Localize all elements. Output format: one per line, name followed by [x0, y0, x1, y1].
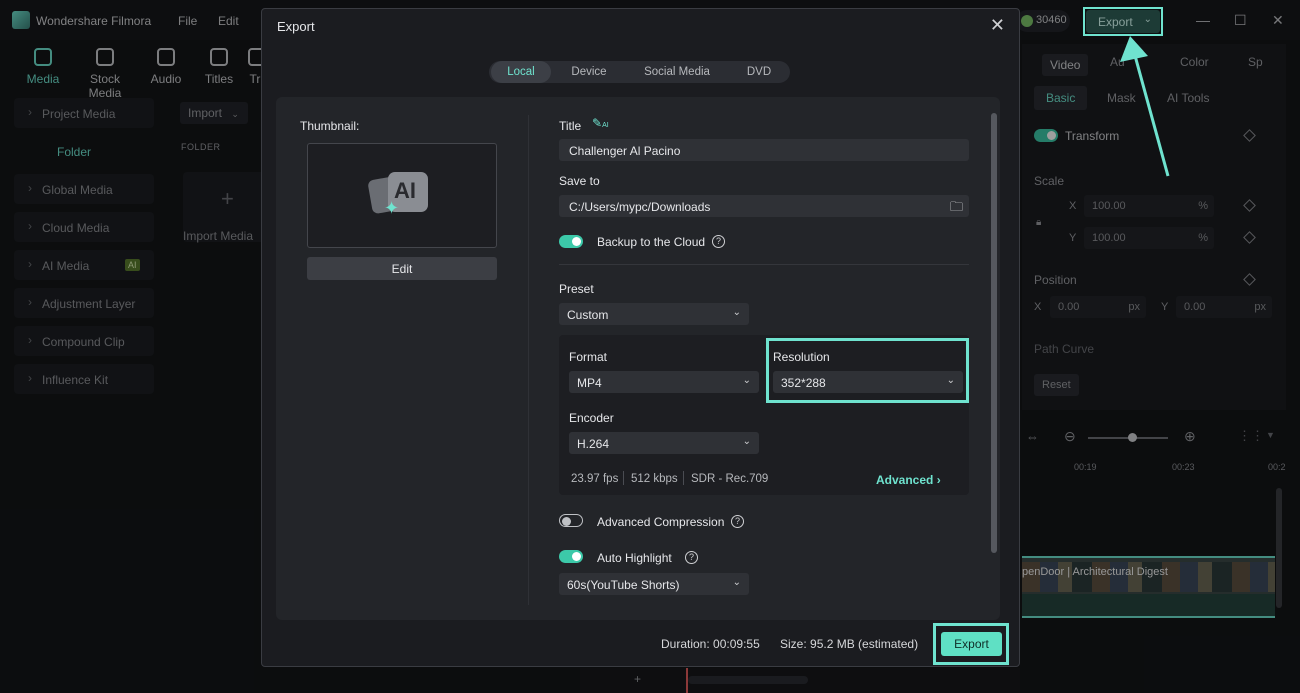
tab-dvd[interactable]: DVD: [729, 61, 789, 83]
thumbnail-preview[interactable]: AI ✦: [307, 143, 497, 248]
dialog-title: Export: [277, 19, 315, 34]
auto-highlight-label: Auto Highlight: [597, 551, 672, 565]
preset-select[interactable]: Custom ⌄: [559, 303, 749, 325]
title-label: Title: [559, 119, 582, 133]
save-to-label: Save to: [559, 174, 600, 188]
tab-device[interactable]: Device: [559, 61, 619, 83]
export-dialog: Export ✕ Local Device Social Media DVD T…: [261, 8, 1020, 667]
divider: [559, 264, 969, 265]
advanced-settings-link[interactable]: Advanced ›: [876, 473, 941, 487]
title-input[interactable]: Challenger Al Pacino: [559, 139, 969, 161]
help-icon[interactable]: ?: [731, 515, 744, 528]
duration-label: Duration:: [661, 637, 710, 651]
preset-value: Custom: [567, 308, 609, 322]
backup-cloud-label: Backup to the Cloud: [597, 235, 706, 249]
backup-cloud-toggle[interactable]: [559, 235, 583, 248]
preset-label: Preset: [559, 282, 594, 296]
dialog-scrollbar[interactable]: [991, 113, 997, 553]
resolution-highlight-box: [766, 338, 969, 403]
tab-local[interactable]: Local: [491, 61, 551, 83]
fps-stat: 23.97 fps: [571, 473, 619, 485]
encoder-value: H.264: [577, 437, 610, 451]
divider: [623, 471, 624, 485]
close-icon[interactable]: ✕: [990, 15, 1005, 36]
size-info: Size: 95.2 MB (estimated): [780, 637, 918, 651]
bitrate-stat: 512 kbps: [631, 473, 678, 485]
ai-title-icon[interactable]: ✎AI: [592, 116, 609, 130]
ai-title-badge: AI: [602, 122, 609, 129]
format-value: MP4: [577, 376, 602, 390]
thumbnail-label: Thumbnail:: [300, 119, 360, 133]
size-label: Size:: [780, 637, 807, 651]
highlight-duration-value: 60s(YouTube Shorts): [567, 578, 680, 592]
format-select[interactable]: MP4 ⌄: [569, 371, 759, 393]
duration-value: 00:09:55: [713, 637, 760, 651]
chevron-down-icon: ⌄: [732, 577, 741, 588]
color-space-stat: SDR - Rec.709: [691, 473, 769, 485]
chevron-right-icon: ›: [936, 473, 941, 487]
chevron-down-icon: ⌄: [732, 307, 741, 318]
chevron-down-icon: ⌄: [742, 436, 751, 447]
help-icon[interactable]: ?: [685, 551, 698, 564]
advanced-label: Advanced: [876, 473, 934, 487]
tab-social-media[interactable]: Social Media: [629, 61, 725, 83]
export-button[interactable]: Export: [941, 632, 1002, 656]
divider: [683, 471, 684, 485]
advanced-compression-toggle[interactable]: [559, 514, 583, 527]
folder-icon[interactable]: 🗀︎: [950, 198, 963, 220]
encoder-select[interactable]: H.264 ⌄: [569, 432, 759, 454]
save-to-input[interactable]: C:/Users/mypc/Downloads 🗀︎: [559, 195, 969, 217]
size-value: 95.2 MB (estimated): [810, 637, 919, 651]
advanced-compression-label: Advanced Compression: [597, 515, 725, 529]
encoder-label: Encoder: [569, 411, 614, 425]
highlight-duration-select[interactable]: 60s(YouTube Shorts) ⌄: [559, 573, 749, 595]
edit-thumbnail-button[interactable]: Edit: [307, 257, 497, 280]
format-label: Format: [569, 350, 608, 364]
auto-highlight-toggle[interactable]: [559, 550, 583, 563]
help-icon[interactable]: ?: [712, 235, 725, 248]
export-settings-card: Thumbnail: AI ✦ Edit Title ✎AI Challenge…: [276, 97, 1000, 620]
save-to-path: C:/Users/mypc/Downloads: [569, 200, 711, 214]
ai-thumbnail-icon: AI ✦: [367, 170, 430, 222]
sparkle-icon: ✦: [384, 198, 400, 218]
export-destination-tabs: Local Device Social Media DVD: [489, 61, 790, 83]
chevron-down-icon: ⌄: [742, 375, 751, 386]
duration-info: Duration: 00:09:55: [661, 637, 760, 651]
divider: [528, 115, 529, 605]
